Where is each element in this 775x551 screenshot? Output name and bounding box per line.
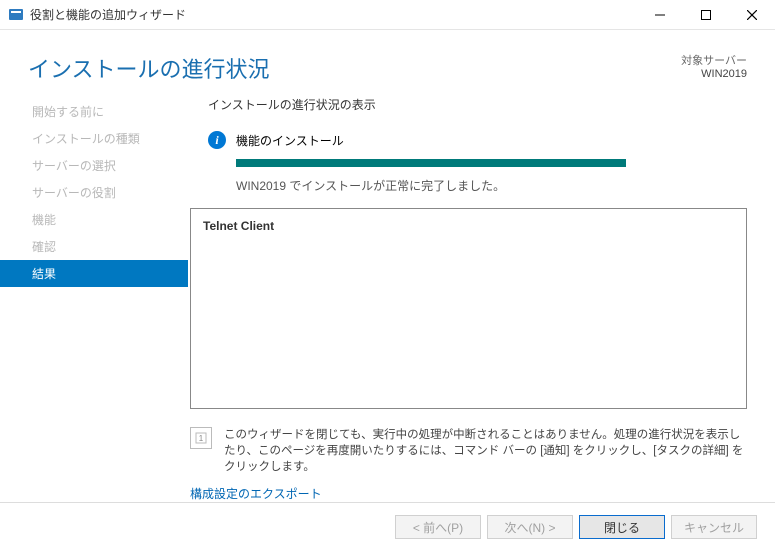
status-heading: 機能のインストール [236,132,344,149]
result-item: Telnet Client [203,219,734,233]
target-server-label: 対象サーバー [681,52,747,68]
body: 開始する前に インストールの種類 サーバーの選択 サーバーの役割 機能 確認 結… [0,96,775,502]
export-config-link[interactable]: 構成設定のエクスポート [188,485,747,502]
main: インストールの進行状況の表示 i 機能のインストール WIN2019 でインスト… [188,96,775,502]
target-server: 対象サーバー WIN2019 [681,52,747,80]
target-server-name: WIN2019 [681,68,747,80]
progress-container [188,159,747,167]
section-label: インストールの進行状況の表示 [188,96,747,113]
sidebar-item-install-type: インストールの種類 [0,125,188,152]
sidebar-item-before-start: 開始する前に [0,98,188,125]
maximize-button[interactable] [683,0,729,30]
results-box: Telnet Client [190,208,747,409]
window-title: 役割と機能の追加ウィザード [30,6,186,23]
prev-button: < 前へ(P) [395,515,481,539]
svg-text:1: 1 [199,434,204,443]
content: インストールの進行状況 対象サーバー WIN2019 開始する前に インストール… [0,30,775,551]
note-icon: 1 [190,427,212,449]
app-icon [8,7,24,23]
note-row: 1 このウィザードを閉じても、実行中の処理が中断されることはありません。処理の進… [188,427,747,475]
sidebar-item-server-select: サーバーの選択 [0,152,188,179]
minimize-button[interactable] [637,0,683,30]
close-button[interactable] [729,0,775,30]
status-message: WIN2019 でインストールが正常に完了しました。 [188,177,747,194]
sidebar-item-results[interactable]: 結果 [0,260,188,287]
next-button: 次へ(N) > [487,515,573,539]
titlebar: 役割と機能の追加ウィザード [0,0,775,30]
sidebar-item-features: 機能 [0,206,188,233]
cancel-button: キャンセル [671,515,757,539]
sidebar: 開始する前に インストールの種類 サーバーの選択 サーバーの役割 機能 確認 結… [0,96,188,502]
progress-bar [236,159,626,167]
sidebar-item-confirm: 確認 [0,233,188,260]
note-text: このウィザードを閉じても、実行中の処理が中断されることはありません。処理の進行状… [224,427,747,475]
sidebar-item-server-roles: サーバーの役割 [0,179,188,206]
status-row: i 機能のインストール [188,131,747,149]
close-wizard-button[interactable]: 閉じる [579,515,665,539]
page-title: インストールの進行状況 [28,52,270,84]
window-controls [637,0,775,30]
header: インストールの進行状況 対象サーバー WIN2019 [0,30,775,96]
footer: < 前へ(P) 次へ(N) > 閉じる キャンセル [0,502,775,551]
info-icon: i [208,131,226,149]
